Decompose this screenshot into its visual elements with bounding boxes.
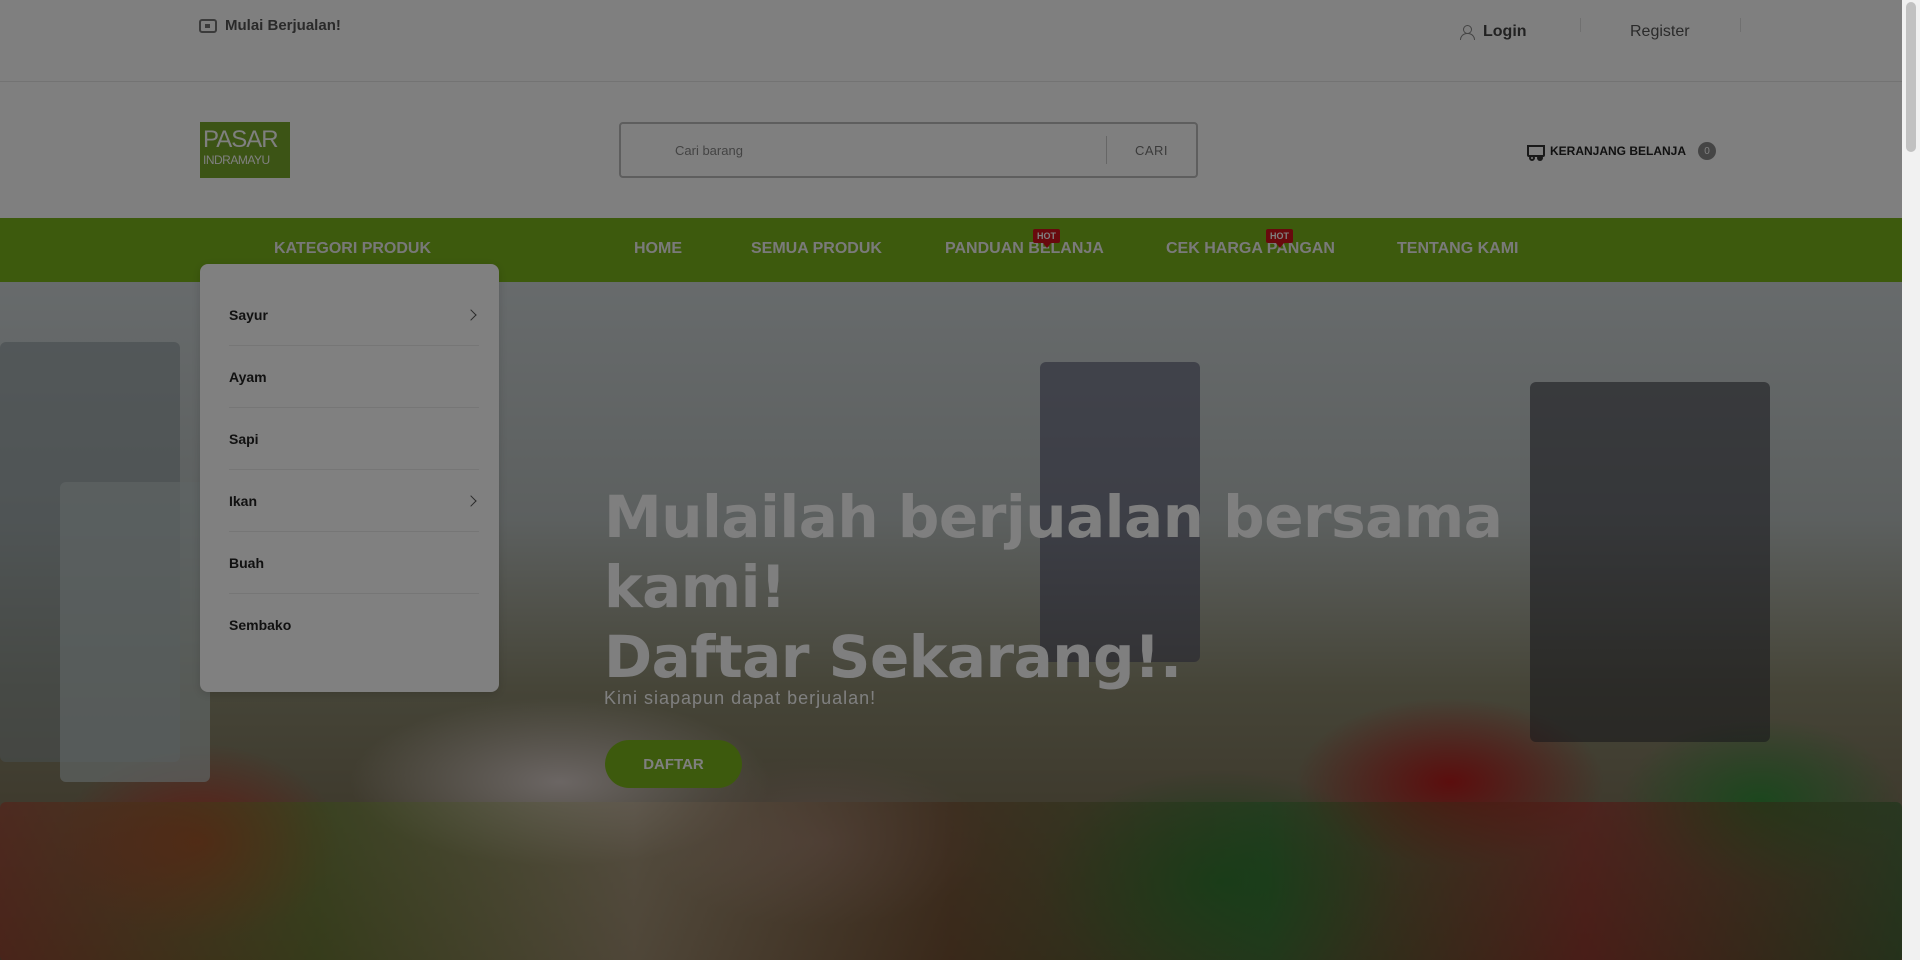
nav-item-label: CEK HARGA PANGAN (1166, 240, 1335, 257)
hot-badge: HOT (1033, 229, 1060, 248)
hero-subtitle: Kini siapapun dapat berjualan! (604, 688, 877, 708)
divider (1580, 18, 1581, 32)
nav-item-label: PANDUAN BELANJA (945, 240, 1104, 257)
category-label: Sayur (229, 306, 268, 323)
cart-count-badge: 0 (1698, 142, 1717, 160)
cart-label: KERANJANG BELANJA (1550, 144, 1687, 158)
store-icon (199, 18, 217, 33)
login-link[interactable]: Login (1459, 23, 1527, 41)
cart-link[interactable]: KERANJANG BELANJA 0 (1524, 142, 1717, 161)
register-link[interactable]: Register (1630, 23, 1690, 41)
site-logo[interactable]: PASAR INDRAMAYU (200, 122, 290, 178)
nav-item-home[interactable]: HOME (634, 240, 682, 258)
chevron-right-icon (465, 494, 477, 507)
nav-item-about[interactable]: TENTANG KAMI (1397, 240, 1518, 258)
hero-photo-shape (0, 802, 1902, 960)
hero-title-line: kami! (604, 553, 786, 621)
header: PASAR INDRAMAYU CARI KERANJANG BELANJA 0 (0, 82, 1902, 218)
start-selling-label: Mulai Berjualan! (225, 17, 341, 34)
chevron-right-icon (465, 308, 477, 321)
hero-title: Mulailah berjualan bersama kami! Daftar … (604, 482, 1504, 692)
nav-item-all-products[interactable]: SEMUA PRODUK (751, 240, 882, 258)
shopping-cart-icon (1524, 143, 1545, 161)
category-label: Sembako (229, 617, 292, 633)
login-label: Login (1483, 23, 1527, 40)
category-item-ayam[interactable]: Ayam (229, 346, 479, 408)
category-label: Buah (229, 554, 264, 571)
divider (1740, 18, 1741, 32)
category-item-sapi[interactable]: Sapi (229, 408, 479, 470)
category-label: Sapi (229, 430, 259, 447)
start-selling-link[interactable]: Mulai Berjualan! (199, 17, 341, 34)
nav-item-food-prices[interactable]: HOT CEK HARGA PANGAN (1166, 229, 1335, 258)
category-item-ikan[interactable]: Ikan (229, 470, 479, 532)
logo-line1: PASAR (203, 126, 279, 153)
category-label: Ayam (229, 368, 267, 385)
category-dropdown: Sayur Ayam Sapi Ikan Buah Sembako (200, 264, 499, 692)
category-menu-toggle[interactable]: KATEGORI PRODUK (274, 240, 431, 258)
logo-line2: INDRAMAYU (203, 153, 270, 167)
search-input[interactable] (675, 136, 1095, 164)
search-button[interactable]: CARI (1107, 124, 1196, 176)
category-item-sayur[interactable]: Sayur (229, 284, 479, 346)
scrollbar-thumb[interactable] (1906, 2, 1916, 152)
category-label: Ikan (229, 492, 258, 509)
register-cta-button[interactable]: DAFTAR (605, 740, 742, 788)
top-bar: Mulai Berjualan! Login Register (0, 0, 1902, 82)
hero-title-line: Mulailah berjualan bersama (604, 483, 1503, 551)
hot-badge: HOT (1266, 229, 1293, 248)
category-item-buah[interactable]: Buah (229, 532, 479, 594)
hero-photo-shape (1530, 382, 1770, 742)
nav-item-shopping-guide[interactable]: HOT PANDUAN BELANJA (945, 229, 1104, 258)
hero-photo-shape (60, 482, 210, 782)
user-icon (1459, 24, 1475, 40)
category-item-sembako[interactable]: Sembako (229, 594, 479, 656)
hero-title-line: Daftar Sekarang!. (604, 623, 1182, 691)
page-scrollbar[interactable] (1902, 0, 1920, 960)
search-bar: CARI (619, 122, 1198, 178)
